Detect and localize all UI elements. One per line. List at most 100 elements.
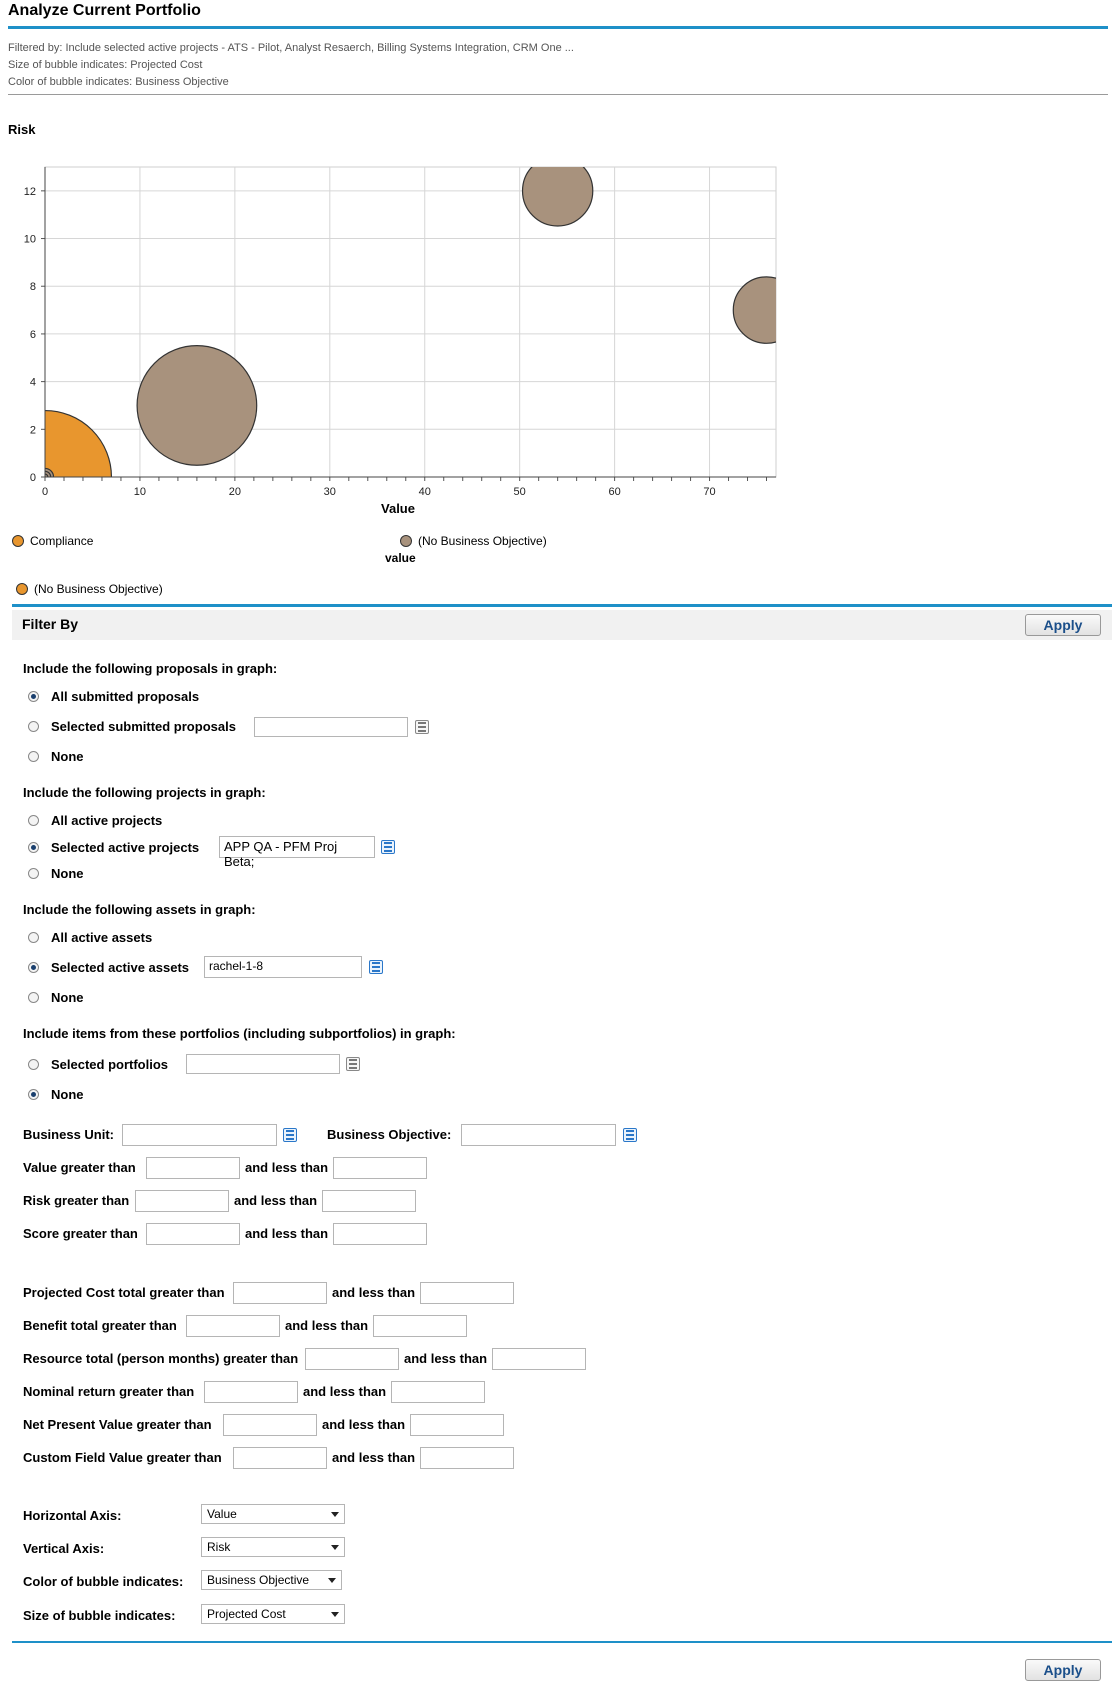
vertical-axis-select[interactable]: Risk: [201, 1537, 345, 1557]
risk-min-input[interactable]: [135, 1190, 229, 1212]
and-less-than-label: and less than: [332, 1450, 416, 1465]
custom-field-min-input[interactable]: [233, 1447, 327, 1469]
filter-header-bar: [12, 610, 1112, 640]
and-less-than-label: and less than: [332, 1285, 416, 1300]
and-less-than-label: and less than: [303, 1384, 387, 1399]
legend-item-compliance: Compliance: [12, 534, 93, 548]
filter-title: Filter By: [22, 616, 79, 632]
npv-max-input[interactable]: [410, 1414, 504, 1436]
list-picker-icon[interactable]: [623, 1128, 637, 1142]
y-tick-label: 10: [24, 234, 36, 246]
value-max-input[interactable]: [333, 1157, 427, 1179]
proposals-selected-input[interactable]: [254, 717, 408, 737]
projects-selected-option[interactable]: Selected active projects: [28, 840, 199, 855]
projects-all-option[interactable]: All active projects: [28, 813, 162, 828]
proposals-heading: Include the following proposals in graph…: [23, 661, 278, 676]
bubble: [136, 345, 258, 466]
and-less-than-label: and less than: [245, 1226, 329, 1241]
proposals-none-option[interactable]: None: [28, 749, 84, 764]
score-min-input[interactable]: [146, 1223, 240, 1245]
nominal-return-min-input[interactable]: [204, 1381, 298, 1403]
radio[interactable]: [28, 751, 39, 762]
radio-selected[interactable]: [28, 1089, 39, 1100]
resource-min-input[interactable]: [305, 1348, 399, 1370]
business-objective-input[interactable]: [461, 1124, 616, 1146]
vertical-axis-label: Vertical Axis:: [23, 1541, 105, 1556]
radio[interactable]: [28, 1059, 39, 1070]
radio[interactable]: [28, 932, 39, 943]
portfolios-selected-option[interactable]: Selected portfolios: [28, 1057, 168, 1072]
x-tick-label: 70: [703, 486, 715, 498]
radio[interactable]: [28, 868, 39, 879]
npv-min-input[interactable]: [223, 1414, 317, 1436]
risk-max-input[interactable]: [322, 1190, 416, 1212]
legend-label: (No Business Objective): [418, 534, 547, 548]
legend-group-label: value: [385, 551, 416, 565]
assets-selected-option[interactable]: Selected active assets: [28, 960, 189, 975]
business-unit-input[interactable]: [122, 1124, 277, 1146]
x-tick-label: 60: [608, 486, 620, 498]
assets-selected-input[interactable]: rachel-1-8: [204, 956, 362, 978]
assets-all-option[interactable]: All active assets: [28, 930, 152, 945]
horizontal-axis-select[interactable]: Value: [201, 1504, 345, 1524]
projected-cost-min-input[interactable]: [233, 1282, 327, 1304]
horizontal-axis-label: Horizontal Axis:: [23, 1508, 122, 1523]
legend-swatch-orange: [12, 535, 24, 547]
assets-none-option[interactable]: None: [28, 990, 84, 1005]
value-min-input[interactable]: [146, 1157, 240, 1179]
y-tick-label: 4: [30, 377, 36, 389]
projects-none-option[interactable]: None: [28, 866, 84, 881]
and-less-than-label: and less than: [404, 1351, 488, 1366]
list-picker-icon[interactable]: [283, 1128, 297, 1142]
radio-selected[interactable]: [28, 691, 39, 702]
color-bubble-select[interactable]: Business Objective: [201, 1570, 342, 1590]
list-picker-icon[interactable]: [381, 840, 395, 854]
portfolios-selected-input[interactable]: [186, 1054, 340, 1074]
radio-selected[interactable]: [28, 842, 39, 853]
y-tick-label: 2: [30, 424, 36, 436]
radio[interactable]: [28, 992, 39, 1003]
list-picker-icon[interactable]: [369, 960, 383, 974]
custom-field-range-label: Custom Field Value greater than: [23, 1450, 222, 1465]
resource-max-input[interactable]: [492, 1348, 586, 1370]
apply-button-top[interactable]: Apply: [1025, 614, 1101, 636]
custom-field-max-input[interactable]: [420, 1447, 514, 1469]
size-indicates-text: Size of bubble indicates: Projected Cost: [8, 59, 203, 71]
color-indicates-text: Color of bubble indicates: Business Obje…: [8, 76, 229, 88]
color-bubble-label: Color of bubble indicates:: [23, 1574, 184, 1589]
projected-cost-max-input[interactable]: [420, 1282, 514, 1304]
resource-range-label: Resource total (person months) greater t…: [23, 1351, 299, 1366]
business-objective-label: Business Objective:: [327, 1127, 452, 1142]
proposals-all-option[interactable]: All submitted proposals: [28, 689, 199, 704]
radio-selected[interactable]: [28, 962, 39, 973]
projects-selected-input[interactable]: APP QA - PFM Proj Beta;: [219, 836, 375, 869]
chevron-down-icon: [331, 1611, 339, 1617]
apply-button-bottom[interactable]: Apply: [1025, 1659, 1101, 1681]
x-tick-label: 20: [229, 486, 241, 498]
bubble: [521, 167, 594, 227]
nominal-return-max-input[interactable]: [391, 1381, 485, 1403]
y-tick-label: 6: [30, 329, 36, 341]
page-title: Analyze Current Portfolio: [8, 2, 201, 19]
chevron-down-icon: [328, 1577, 336, 1583]
value-range-label: Value greater than: [23, 1160, 136, 1175]
filter-divider: [12, 604, 1112, 607]
legend-label: (No Business Objective): [34, 582, 163, 596]
and-less-than-label: and less than: [245, 1160, 329, 1175]
proposals-selected-option[interactable]: Selected submitted proposals: [28, 719, 236, 734]
list-picker-icon[interactable]: [346, 1057, 360, 1071]
x-tick-label: 0: [42, 486, 48, 498]
benefit-range-label: Benefit total greater than: [23, 1318, 177, 1333]
radio[interactable]: [28, 815, 39, 826]
score-max-input[interactable]: [333, 1223, 427, 1245]
benefit-min-input[interactable]: [186, 1315, 280, 1337]
radio[interactable]: [28, 721, 39, 732]
list-picker-icon[interactable]: [415, 720, 429, 734]
portfolios-none-option[interactable]: None: [28, 1087, 84, 1102]
y-tick-label: 12: [24, 186, 36, 198]
chevron-down-icon: [331, 1511, 339, 1517]
x-axis-title: Value: [381, 501, 415, 516]
filtered-by-text: Filtered by: Include selected active pro…: [8, 42, 574, 54]
benefit-max-input[interactable]: [373, 1315, 467, 1337]
size-bubble-select[interactable]: Projected Cost: [201, 1604, 345, 1624]
